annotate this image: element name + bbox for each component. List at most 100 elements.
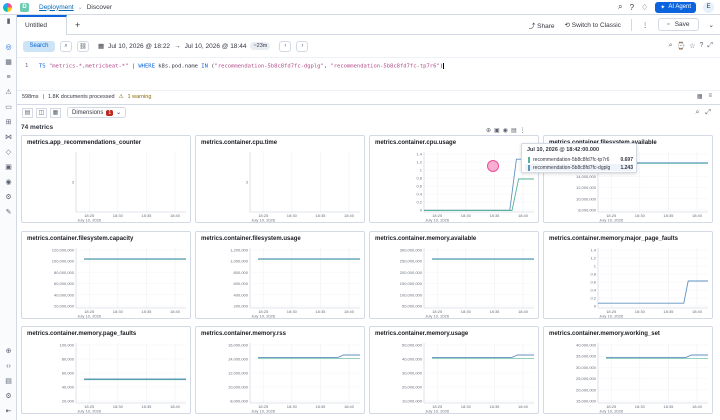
share-button[interactable]: ⤴ Share bbox=[529, 20, 555, 30]
metric-chart: 1,200,000 1,000,000 800,000 600,000 400,000 2… bbox=[230, 248, 360, 319]
chevron-left-icon[interactable]: ‹ bbox=[279, 40, 292, 52]
date-to[interactable]: Jul 10, 2026 @ 18:44 bbox=[185, 43, 247, 50]
x-tick-date-label: July 10, 2026 bbox=[599, 314, 624, 319]
grid-layout-icon[interactable]: ▦ bbox=[697, 93, 703, 100]
y-tick-label: 800,000 bbox=[234, 270, 249, 275]
metric-panel[interactable]: 16,000,000 14,000,000 12,000,000 10,000,000… bbox=[195, 326, 365, 414]
graph-icon[interactable]: ⋈ bbox=[4, 133, 13, 142]
search-icon[interactable]: ⌕ bbox=[695, 109, 699, 117]
star-icon[interactable]: ☆ bbox=[689, 42, 695, 50]
switch-classic-button[interactable]: ⟲ Switch to Classic bbox=[565, 21, 621, 29]
x-tick-date-label: July 10, 2026 bbox=[599, 409, 624, 414]
inspect-icon[interactable]: ⌕ bbox=[669, 42, 673, 50]
metric-panel[interactable]: 300,000,000 250,000,000 200,000,000 150,000… bbox=[369, 231, 539, 319]
query-field: k8s.pod.name bbox=[154, 63, 202, 70]
link-icon[interactable]: ⛓ bbox=[77, 40, 89, 52]
chevron-down-icon[interactable]: ⌄ bbox=[78, 4, 83, 11]
infra-icon[interactable]: ▣ bbox=[4, 163, 13, 172]
x-tick-label: 18:35 bbox=[663, 404, 674, 409]
breadcrumb-deployment[interactable]: Deployment bbox=[39, 4, 74, 11]
y-tick-label: 50,000,000 bbox=[402, 304, 423, 309]
database-icon[interactable]: ◉ bbox=[4, 178, 13, 187]
collapse-icon[interactable]: ⇤ bbox=[4, 407, 13, 416]
table-view-icon[interactable]: ▤ bbox=[22, 107, 33, 118]
save-button[interactable]: ▫ Save bbox=[658, 18, 699, 31]
chevron-right-icon[interactable]: › bbox=[296, 40, 309, 52]
x-tick-date-label: July 10, 2026 bbox=[425, 314, 450, 319]
case-icon[interactable]: ▭ bbox=[4, 103, 13, 112]
panel-icon[interactable]: ▤ bbox=[511, 127, 517, 134]
avatar[interactable]: E bbox=[703, 1, 714, 13]
copy-icon[interactable]: ▣ bbox=[494, 127, 500, 134]
discover-icon[interactable]: ◎ bbox=[4, 43, 13, 52]
x-tick-label: 18:30 bbox=[113, 213, 124, 218]
x-tick-label: 18:35 bbox=[489, 309, 500, 314]
metric-panel[interactable]: 1.4 1.2 1 0.8 0.6 0.4 0.2 0 18:25 18:30 18:35 18:40… bbox=[369, 135, 539, 223]
metric-chart: 40,000,000 35,000,000 30,000,000 25,000,000… bbox=[576, 343, 708, 414]
x-tick-date-label: July 10, 2026 bbox=[251, 314, 276, 319]
y-tick-label: 14,000,000 bbox=[576, 174, 597, 179]
metric-chart: 318:25 18:30 18:35 18:40July 10, 2026 bbox=[72, 152, 186, 223]
ml-icon[interactable]: ⚙ bbox=[4, 193, 13, 202]
split-view-icon[interactable]: ◫ bbox=[36, 107, 47, 118]
query-editor[interactable]: 1 TS "metrics-*,metricbeat-*" | WHERE k8… bbox=[17, 57, 720, 85]
chevron-down-icon[interactable]: ⌄ bbox=[709, 21, 714, 29]
metric-panel[interactable]: 1,200,000 1,000,000 800,000 600,000 400,000 2… bbox=[195, 231, 365, 319]
eye-icon[interactable]: ◉ bbox=[503, 127, 508, 134]
metric-panel[interactable]: 40,000,000 35,000,000 30,000,000 25,000,000… bbox=[543, 326, 713, 414]
help-icon[interactable]: ? bbox=[699, 42, 703, 50]
list-layout-icon[interactable]: ≡ bbox=[708, 93, 712, 100]
code-icon[interactable]: ‹› bbox=[4, 362, 13, 371]
search-icon[interactable]: ⌕ bbox=[618, 2, 622, 12]
fullscreen-icon[interactable]: ⤢ bbox=[705, 109, 711, 117]
stack-icon[interactable]: ▤ bbox=[4, 377, 13, 386]
date-from[interactable]: Jul 10, 2026 @ 18:22 bbox=[108, 43, 170, 50]
apm-icon[interactable]: ◇ bbox=[4, 148, 13, 157]
plus-icon[interactable]: ⊕ bbox=[4, 347, 13, 356]
ai-agent-label: AI Agent bbox=[668, 4, 691, 10]
metric-panel[interactable]: 100,000 80,000 60,000 40,000 20,000 18:25 18:3… bbox=[21, 326, 191, 414]
dimensions-label: Dimensions bbox=[72, 109, 104, 116]
more-options-icon[interactable]: ⋮ bbox=[520, 127, 526, 134]
grid-icon[interactable]: ⊞ bbox=[4, 118, 13, 127]
metric-panel[interactable]: 3 18:25 18:30 18:35 18:40 July 10, 2026 metric… bbox=[21, 135, 191, 223]
dashboard-icon[interactable]: ▦ bbox=[4, 58, 13, 67]
y-tick-label: 0.4 bbox=[590, 288, 596, 293]
grid-view-icon[interactable]: ▦ bbox=[50, 107, 61, 118]
metrics-grid: 3 18:25 18:30 18:35 18:40 July 10, 2026 metric… bbox=[21, 135, 720, 420]
metric-panel[interactable]: 1.4 1.2 1 0.8 0.6 0.4 0.2 0 18:25 18:30 18:35 18:40… bbox=[543, 231, 713, 319]
date-picker[interactable]: ▦ Jul 10, 2026 @ 18:22 → Jul 10, 2026 @ … bbox=[94, 41, 274, 52]
wrench-icon[interactable]: ✎ bbox=[4, 208, 13, 217]
ai-agent-button[interactable]: ✦ AI Agent bbox=[655, 1, 696, 13]
search-button[interactable]: Search bbox=[23, 40, 55, 52]
query-text[interactable]: TS "metrics-*,metricbeat-*" | WHERE k8s.… bbox=[39, 63, 445, 70]
search-icon[interactable]: ⌕ bbox=[60, 40, 72, 52]
metric-panel[interactable]: 3 18:25 18:30 18:35 18:40 July 10, 2026 metric… bbox=[195, 135, 365, 223]
add-tab-button[interactable]: + bbox=[75, 20, 80, 30]
help-icon[interactable]: ? bbox=[630, 3, 634, 12]
x-tick-label: 18:35 bbox=[141, 404, 152, 409]
alert-icon[interactable]: ⚠ bbox=[4, 88, 13, 97]
chart-icon[interactable]: ▮ bbox=[4, 17, 13, 26]
space-badge[interactable]: D bbox=[20, 2, 29, 12]
tab-untitled[interactable]: Untitled bbox=[17, 14, 67, 35]
x-tick-label: 18:35 bbox=[315, 404, 326, 409]
elastic-logo-icon[interactable] bbox=[0, 0, 14, 15]
dimensions-count-badge: 1 bbox=[106, 109, 114, 116]
dimensions-dropdown[interactable]: Dimensions 1 ⌄ bbox=[67, 107, 127, 118]
metric-panel-title: metrics.container.memory.usage bbox=[375, 331, 469, 337]
history-icon[interactable]: ⌚ bbox=[676, 42, 685, 50]
tooltip-swatch bbox=[528, 164, 530, 171]
list-icon[interactable]: ≡ bbox=[4, 73, 13, 82]
zoom-icon[interactable]: ⊕ bbox=[486, 127, 491, 134]
y-tick-label: 400,000 bbox=[234, 292, 249, 297]
metric-panel[interactable]: 120,000,000 100,000,000 80,000,000 60,000,0… bbox=[21, 231, 191, 319]
y-tick-label: 0.8 bbox=[416, 176, 422, 181]
more-options-icon[interactable]: ⋮ bbox=[642, 21, 649, 29]
warning-link[interactable]: 1 warning bbox=[128, 94, 152, 100]
settings-icon[interactable]: ⚙ bbox=[4, 392, 13, 401]
metric-panel[interactable]: 50,000,000 40,000,000 30,000,000 20,000,000… bbox=[369, 326, 539, 414]
fullscreen-icon[interactable]: ⤢ bbox=[707, 42, 713, 50]
query-paren-open: ( bbox=[207, 63, 215, 70]
bell-icon[interactable]: ♢ bbox=[641, 3, 648, 12]
